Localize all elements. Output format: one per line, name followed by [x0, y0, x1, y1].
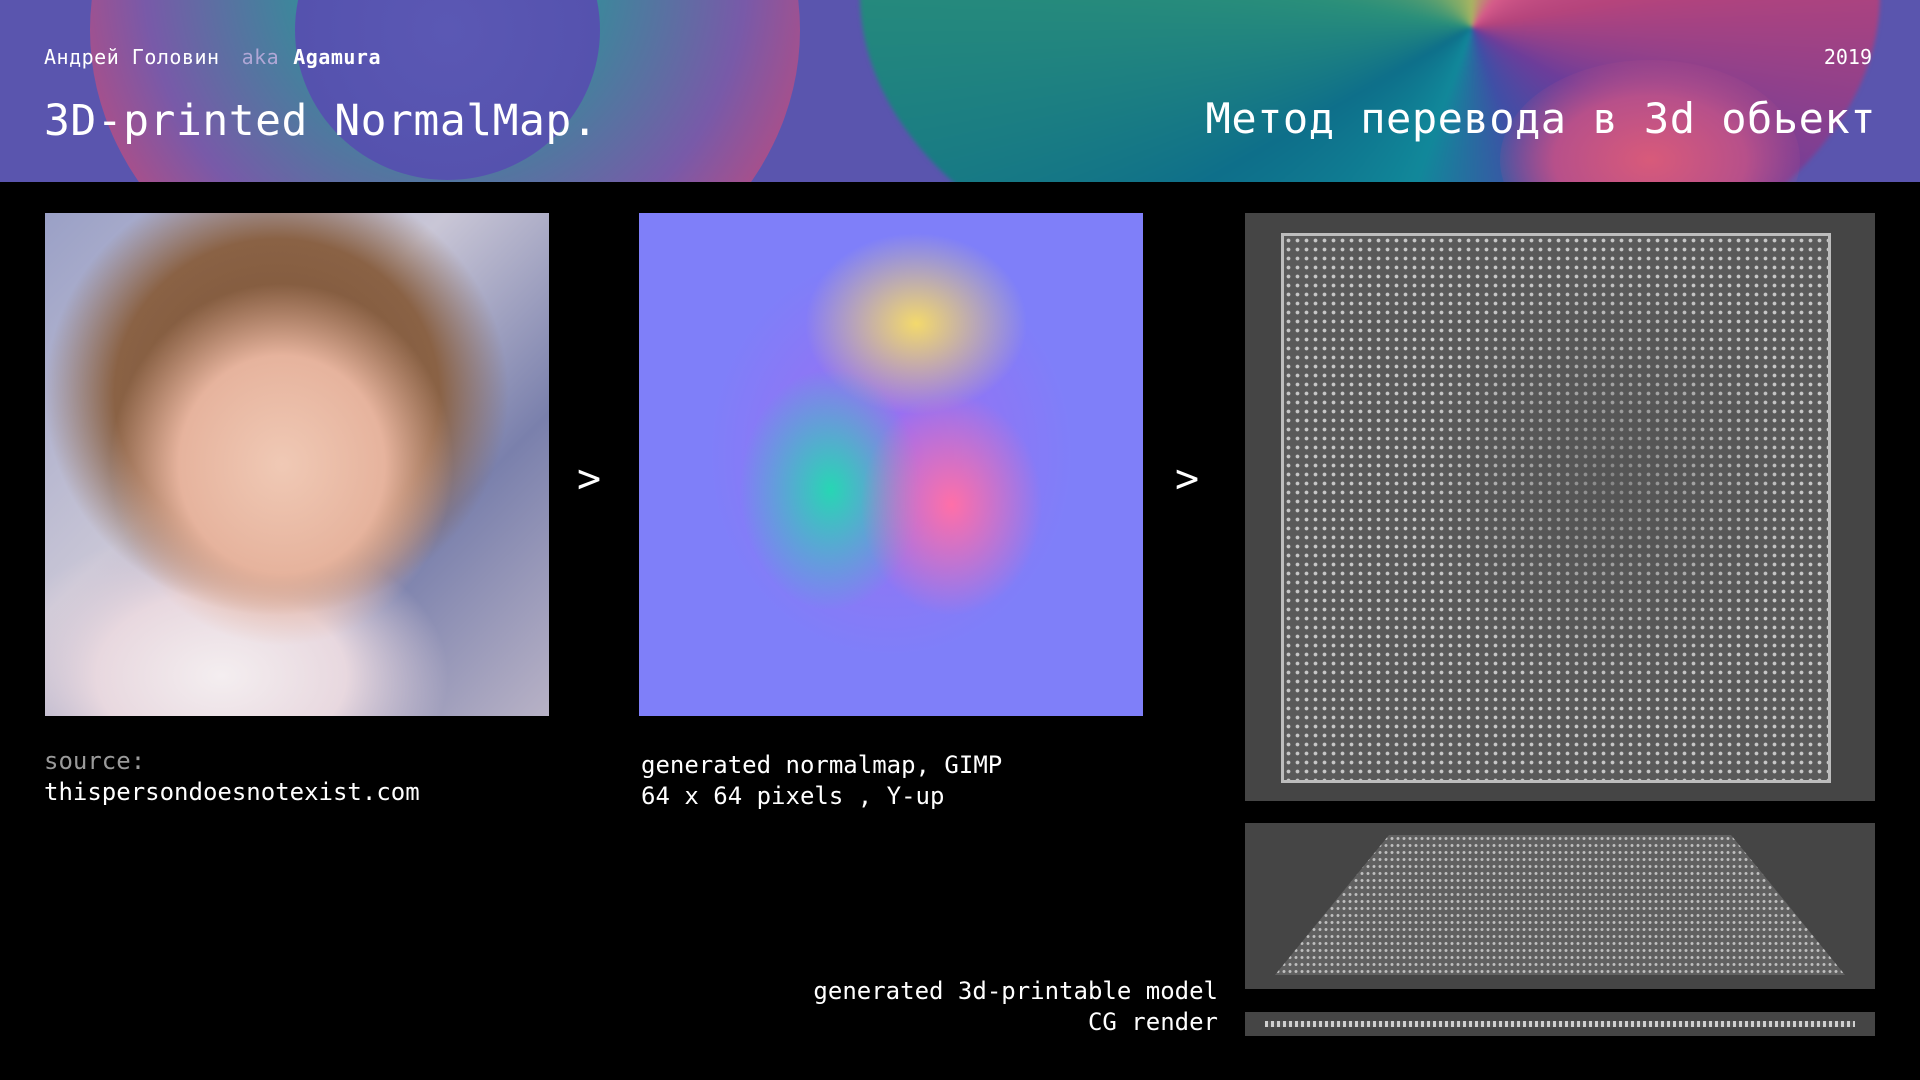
normalmap-caption-line2: 64 x 64 pixels , Y-up	[641, 782, 945, 810]
author-name: Андрей Головин	[44, 45, 220, 69]
source-label: source:	[44, 747, 146, 775]
render-pin-strip	[1265, 1021, 1855, 1027]
author-nickname: Agamura	[293, 45, 381, 69]
normalmap-image	[639, 213, 1143, 716]
render-perspective-view	[1245, 823, 1875, 989]
arrow-right-icon: >	[1175, 456, 1200, 502]
source-caption: source: thispersondoesnotexist.com	[44, 746, 420, 808]
aka-label: aka	[241, 45, 280, 69]
model-caption-line1: generated 3d-printable model	[813, 977, 1218, 1005]
source-photo	[45, 213, 549, 716]
render-top-view	[1245, 213, 1875, 801]
normalmap-caption: generated normalmap, GIMP 64 x 64 pixels…	[641, 750, 1002, 812]
year-label: 2019	[1823, 45, 1872, 69]
author-line: Андрей Головин aka Agamura	[44, 45, 381, 69]
render-side-view	[1245, 1012, 1875, 1036]
model-caption: generated 3d-printable model CG render	[813, 976, 1218, 1038]
model-caption-line2: CG render	[1087, 1008, 1218, 1036]
source-url: thispersondoesnotexist.com	[44, 778, 420, 806]
render-pin-plate-perspective	[1275, 835, 1845, 975]
arrow-right-icon: >	[577, 456, 602, 502]
header-banner: Андрей Головин aka Agamura 2019 3D-printed…	[0, 0, 1920, 182]
normalmap-caption-line1: generated normalmap, GIMP	[641, 751, 1003, 779]
render-pin-plate	[1281, 233, 1831, 783]
page-subtitle: Метод перевода в 3d обьект	[1205, 94, 1876, 143]
page-title: 3D-printed NormalMap.	[44, 96, 599, 146]
